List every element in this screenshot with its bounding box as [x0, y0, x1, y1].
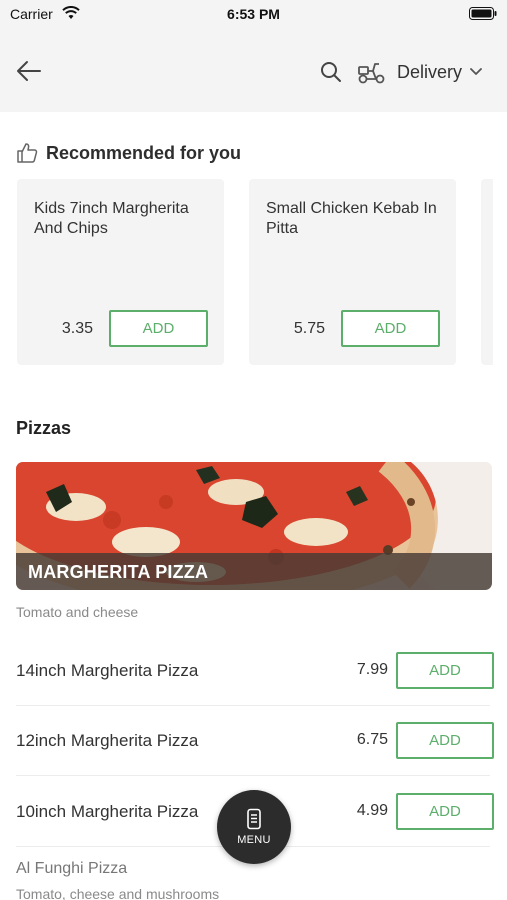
search-button[interactable] — [319, 60, 343, 84]
recommended-header: Recommended for you — [16, 142, 241, 164]
recommended-title: Recommended for you — [46, 142, 242, 163]
menu-item-price: 7.99 — [356, 661, 388, 678]
menu-fab-label: MENU — [237, 834, 271, 846]
recommended-card[interactable]: Small Chicken Kebab In Pitta 5.75 ADD — [249, 179, 456, 365]
status-bar: Carrier 6:53 PM — [0, 0, 507, 30]
back-arrow-icon — [17, 61, 41, 81]
recommended-card-partial[interactable] — [481, 179, 493, 365]
search-icon — [321, 62, 341, 82]
app-header: Delivery — [0, 30, 507, 112]
menu-item-row[interactable]: 12inch Margherita Pizza 6.75 ADD — [16, 706, 494, 776]
add-button[interactable]: ADD — [109, 310, 208, 347]
menu-fab-button[interactable]: MENU — [217, 790, 291, 864]
banner-label: MARGHERITA PIZZA — [28, 562, 209, 582]
delivery-selector[interactable]: Delivery — [357, 56, 482, 88]
banner-label-bar: MARGHERITA PIZZA — [16, 553, 492, 590]
recommended-item-name: Small Chicken Kebab In Pitta — [266, 200, 437, 237]
thumbs-up-icon — [17, 143, 38, 163]
next-item-description: Tomato, cheese and mushrooms — [16, 886, 220, 900]
menu-item-name: 10inch Margherita Pizza — [16, 802, 199, 821]
delivery-label: Delivery — [397, 61, 463, 82]
recommended-item-name: Kids 7inch Margherita And Chips — [34, 200, 189, 237]
recommended-card[interactable]: Kids 7inch Margherita And Chips 3.35 ADD — [17, 179, 224, 365]
category-banner[interactable]: MARGHERITA PIZZA — [16, 462, 492, 590]
back-button[interactable] — [14, 57, 44, 85]
add-button[interactable]: ADD — [341, 310, 440, 347]
menu-item-row[interactable]: 14inch Margherita Pizza 7.99 ADD — [16, 636, 494, 706]
chevron-down-icon — [470, 68, 482, 75]
add-button[interactable]: ADD — [396, 722, 494, 759]
add-button[interactable]: ADD — [396, 652, 494, 689]
menu-item-price: 4.99 — [356, 802, 388, 819]
menu-icon — [247, 808, 261, 830]
recommended-item-price: 3.35 — [61, 320, 93, 337]
recommended-item-price: 5.75 — [293, 320, 325, 337]
next-item-title[interactable]: Al Funghi Pizza — [16, 860, 127, 878]
menu-item-name: 14inch Margherita Pizza — [16, 661, 199, 680]
status-time: 6:53 PM — [227, 6, 280, 22]
menu-item-price: 6.75 — [356, 731, 388, 748]
battery-icon — [469, 7, 497, 25]
scooter-icon — [358, 63, 385, 84]
add-button[interactable]: ADD — [396, 793, 494, 830]
category-description: Tomato and cheese — [16, 604, 139, 620]
section-title: Pizzas — [16, 418, 72, 438]
menu-item-name: 12inch Margherita Pizza — [16, 731, 199, 750]
